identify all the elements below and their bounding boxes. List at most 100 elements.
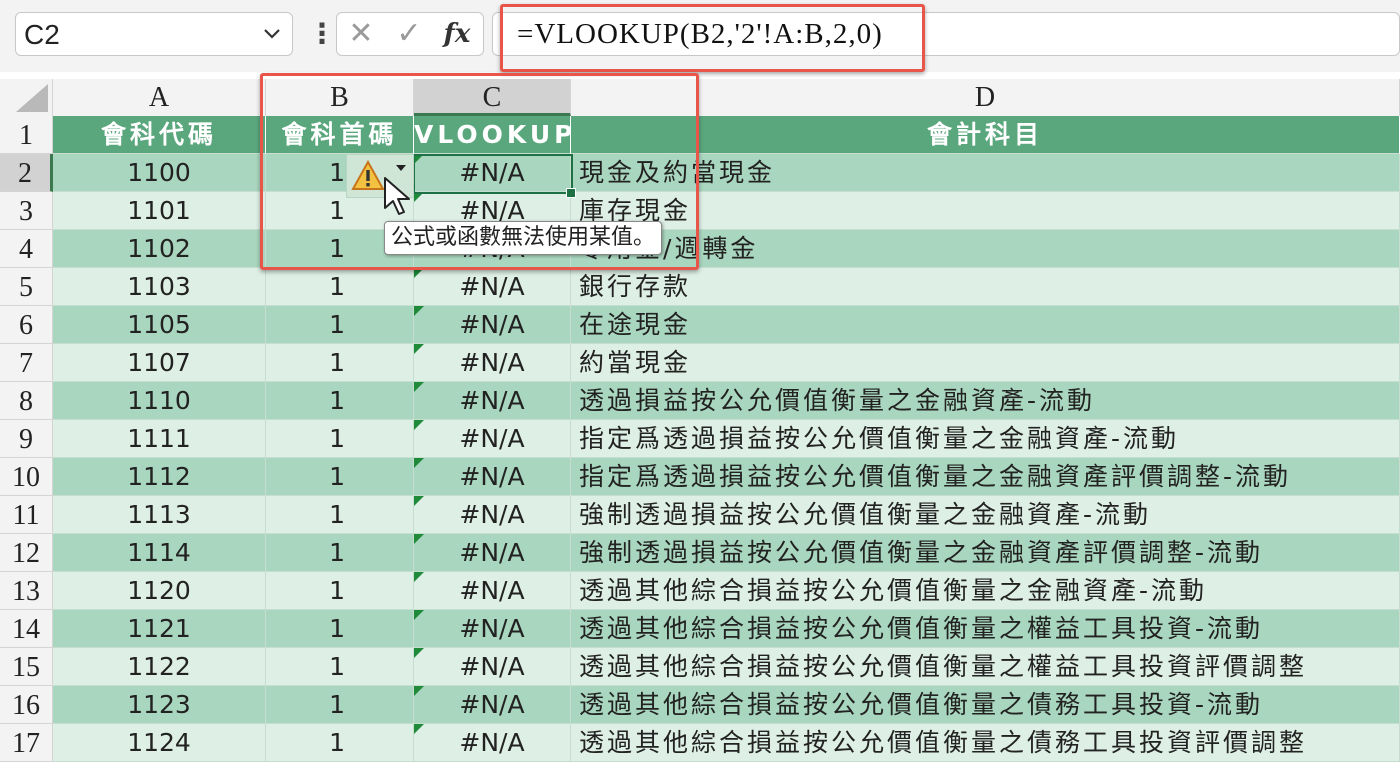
cell-account-code[interactable]: 1113	[53, 496, 266, 534]
row-header[interactable]: 3	[0, 192, 53, 230]
cell-vlookup[interactable]: #N/A	[414, 420, 571, 458]
error-indicator-icon	[414, 306, 424, 316]
cell-account-name[interactable]: 指定爲透過損益按公允價值衡量之金融資產-流動	[571, 420, 1400, 458]
row-header[interactable]: 2	[0, 154, 53, 192]
cell-account-name[interactable]: 現金及約當現金	[571, 154, 1400, 192]
insert-function-button[interactable]: fx	[437, 17, 477, 51]
cell-vlookup[interactable]: #N/A	[414, 154, 571, 192]
cell-account-prefix[interactable]: 1	[266, 648, 414, 686]
cell-account-code[interactable]: 1112	[53, 458, 266, 496]
cell-vlookup[interactable]: #N/A	[414, 686, 571, 724]
cell-account-code[interactable]: 1100	[53, 154, 266, 192]
warning-triangle-icon	[351, 159, 385, 196]
cancel-icon[interactable]: ✕	[341, 17, 381, 51]
cell-account-prefix[interactable]: 1	[266, 382, 414, 420]
cell-account-prefix[interactable]: 1	[266, 686, 414, 724]
cell-account-name[interactable]: 透過損益按公允價值衡量之金融資產-流動	[571, 382, 1400, 420]
row-header[interactable]: 13	[0, 572, 53, 610]
name-box[interactable]: C2	[15, 12, 293, 56]
cell-account-prefix[interactable]: 1	[266, 724, 414, 762]
cell-account-code[interactable]: 1121	[53, 610, 266, 648]
cell-account-code[interactable]: 1105	[53, 306, 266, 344]
row-header[interactable]: 8	[0, 382, 53, 420]
cell-account-prefix[interactable]: 1	[266, 458, 414, 496]
cell-account-name[interactable]: 透過其他綜合損益按公允價值衡量之債務工具投資-流動	[571, 686, 1400, 724]
cell-account-code[interactable]: 1124	[53, 724, 266, 762]
cell-account-code[interactable]: 1114	[53, 534, 266, 572]
cell-account-code[interactable]: 1107	[53, 344, 266, 382]
cell-account-prefix[interactable]: 1	[266, 496, 414, 534]
more-options-icon[interactable]: ⋮	[308, 14, 336, 54]
cell-account-code[interactable]: 1103	[53, 268, 266, 306]
cell-account-prefix[interactable]: 1	[266, 344, 414, 382]
row-header[interactable]: 6	[0, 306, 53, 344]
row-header[interactable]: 9	[0, 420, 53, 458]
cell-account-name[interactable]: 透過其他綜合損益按公允價值衡量之債務工具投資評價調整	[571, 724, 1400, 762]
column-header-c[interactable]: C	[414, 79, 571, 116]
header-cell-b[interactable]: 會科首碼	[266, 116, 414, 154]
column-header-d[interactable]: D	[571, 79, 1400, 116]
cell-account-code[interactable]: 1111	[53, 420, 266, 458]
row-header[interactable]: 4	[0, 230, 53, 268]
column-header-a[interactable]: A	[53, 79, 266, 116]
cell-vlookup[interactable]: #N/A	[414, 458, 571, 496]
cell-account-code[interactable]: 1123	[53, 686, 266, 724]
cell-account-name[interactable]: 強制透過損益按公允價值衡量之金融資產-流動	[571, 496, 1400, 534]
cell-vlookup[interactable]: #N/A	[414, 724, 571, 762]
cell-vlookup[interactable]: #N/A	[414, 306, 571, 344]
cell-account-code[interactable]: 1102	[53, 230, 266, 268]
header-cell-c[interactable]: VLOOKUP	[414, 116, 571, 154]
chevron-down-icon[interactable]	[395, 161, 407, 177]
cell-account-prefix[interactable]: 1	[266, 572, 414, 610]
cell-account-prefix[interactable]: 1	[266, 268, 414, 306]
enter-icon[interactable]: ✓	[389, 17, 429, 51]
name-box-value: C2	[24, 19, 60, 50]
cell-account-code[interactable]: 1101	[53, 192, 266, 230]
column-header-b[interactable]: B	[266, 79, 414, 116]
row-header[interactable]: 5	[0, 268, 53, 306]
header-cell-d[interactable]: 會計科目	[571, 116, 1400, 154]
formula-input[interactable]: =VLOOKUP(B2,'2'!A:B,2,0)	[492, 12, 1400, 56]
cell-account-name[interactable]: 庫存現金	[571, 192, 1400, 230]
row-header[interactable]: 1	[0, 116, 53, 154]
cell-vlookup[interactable]: #N/A	[414, 268, 571, 306]
cell-vlookup[interactable]: #N/A	[414, 572, 571, 610]
cell-account-code[interactable]: 1122	[53, 648, 266, 686]
row-header[interactable]: 16	[0, 686, 53, 724]
cell-vlookup[interactable]: #N/A	[414, 344, 571, 382]
row-header[interactable]: 14	[0, 610, 53, 648]
cell-account-name[interactable]: 透過其他綜合損益按公允價值衡量之權益工具投資-流動	[571, 610, 1400, 648]
cell-account-name[interactable]: 透過其他綜合損益按公允價值衡量之金融資產-流動	[571, 572, 1400, 610]
row-header[interactable]: 11	[0, 496, 53, 534]
cell-account-name[interactable]: 約當現金	[571, 344, 1400, 382]
cell-account-prefix[interactable]: 1	[266, 534, 414, 572]
cell-account-name[interactable]: 指定爲透過損益按公允價值衡量之金融資產評價調整-流動	[571, 458, 1400, 496]
row-header[interactable]: 7	[0, 344, 53, 382]
error-indicator-icon	[414, 610, 424, 620]
cell-vlookup[interactable]: #N/A	[414, 610, 571, 648]
cell-vlookup[interactable]: #N/A	[414, 648, 571, 686]
select-all-button[interactable]	[0, 79, 53, 116]
cell-account-code[interactable]: 1120	[53, 572, 266, 610]
cell-account-name[interactable]: 透過其他綜合損益按公允價值衡量之權益工具投資評價調整	[571, 648, 1400, 686]
chevron-down-icon[interactable]	[262, 23, 282, 48]
cell-account-code[interactable]: 1110	[53, 382, 266, 420]
row-header[interactable]: 12	[0, 534, 53, 572]
cell-account-name[interactable]: 在途現金	[571, 306, 1400, 344]
row-header[interactable]: 10	[0, 458, 53, 496]
header-cell-a[interactable]: 會科代碼	[53, 116, 266, 154]
cell-account-name[interactable]: 強制透過損益按公允價值衡量之金融資產評價調整-流動	[571, 534, 1400, 572]
fill-handle[interactable]	[566, 188, 576, 198]
cell-account-prefix[interactable]: 1	[266, 610, 414, 648]
row-header[interactable]: 17	[0, 724, 53, 762]
cell-account-name[interactable]: 銀行存款	[571, 268, 1400, 306]
select-all-triangle-icon	[16, 84, 48, 112]
cell-account-name[interactable]: 零用金/週轉金	[571, 230, 1400, 268]
error-indicator-icon	[414, 344, 424, 354]
row-header[interactable]: 15	[0, 648, 53, 686]
cell-account-prefix[interactable]: 1	[266, 306, 414, 344]
cell-vlookup[interactable]: #N/A	[414, 382, 571, 420]
cell-vlookup[interactable]: #N/A	[414, 534, 571, 572]
cell-account-prefix[interactable]: 1	[266, 420, 414, 458]
cell-vlookup[interactable]: #N/A	[414, 496, 571, 534]
